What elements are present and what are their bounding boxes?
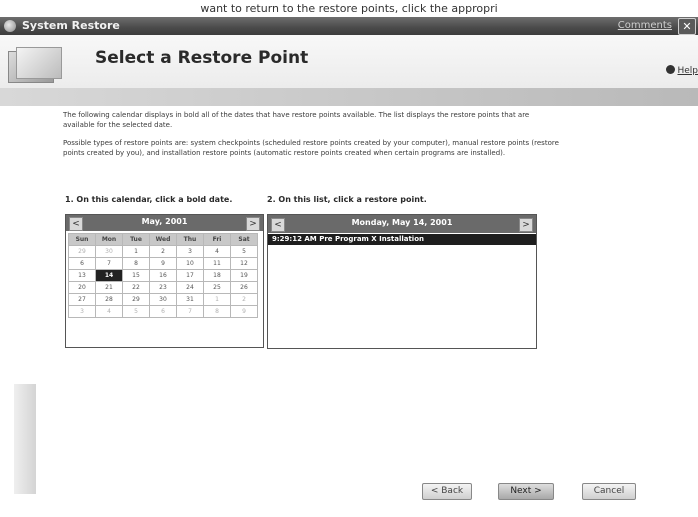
- calendar-day[interactable]: 4: [203, 245, 231, 258]
- calendar-day[interactable]: 11: [203, 257, 231, 270]
- calendar-day[interactable]: 8: [122, 257, 150, 270]
- calendar-day[interactable]: 20: [68, 281, 96, 294]
- calendar-weekday: Wed: [149, 233, 177, 246]
- calendar-day[interactable]: 26: [230, 281, 258, 294]
- calendar-week-row: 6 7 8 9 10 11 12: [68, 257, 258, 270]
- window-title: System Restore: [22, 19, 120, 32]
- restore-point-item[interactable]: 9:29:12 AM Pre Program X Installation: [268, 234, 536, 245]
- calendar-day[interactable]: 2: [230, 293, 258, 306]
- calendar-weekday: Sat: [230, 233, 258, 246]
- calendar-weekday: Fri: [203, 233, 231, 246]
- list-prev-day-button[interactable]: <: [271, 218, 285, 232]
- calendar-day[interactable]: 15: [122, 269, 150, 282]
- page-title: Select a Restore Point: [95, 48, 309, 68]
- intro-paragraph-2: Possible types of restore points are: sy…: [63, 139, 559, 157]
- restore-logo-icon: [8, 47, 62, 85]
- calendar-week-row: 3456789: [68, 305, 258, 318]
- calendar-day[interactable]: 4: [95, 305, 123, 318]
- cancel-button[interactable]: Cancel: [582, 483, 636, 500]
- calendar-step-label: 1. On this calendar, click a bold date.: [65, 195, 233, 204]
- help-link-label: Help: [677, 66, 698, 76]
- calendar-day[interactable]: 27: [68, 293, 96, 306]
- restore-point-list[interactable]: < Monday, May 14, 2001 > 9:29:12 AM Pre …: [267, 214, 537, 349]
- calendar-weekday: Tue: [122, 233, 150, 246]
- comments-link[interactable]: Comments: [618, 20, 672, 31]
- calendar-day[interactable]: 31: [176, 293, 204, 306]
- calendar-day[interactable]: 1: [122, 245, 150, 258]
- list-step-label: 2. On this list, click a restore point.: [267, 195, 427, 204]
- calendar-day[interactable]: 6: [68, 257, 96, 270]
- restore-point-label: 9:29:12 AM Pre Program X Installation: [272, 235, 425, 243]
- calendar-day[interactable]: 19: [230, 269, 258, 282]
- top-text-fragment: want to return to the restore points, cl…: [0, 0, 698, 17]
- calendar-week-row: 29 30 1 2 3 4 5: [68, 245, 258, 258]
- calendar-day[interactable]: 24: [176, 281, 204, 294]
- close-button[interactable]: ✕: [678, 18, 696, 35]
- calendar-next-button[interactable]: >: [246, 217, 260, 231]
- restore-calendar[interactable]: < May, 2001 > Sun Mon Tue Wed Thu Fri Sat 29 30 1…: [65, 214, 264, 348]
- title-bar: System Restore Comments ✕: [0, 17, 698, 35]
- calendar-day[interactable]: 3: [68, 305, 96, 318]
- calendar-day[interactable]: 23: [149, 281, 177, 294]
- calendar-prev-button[interactable]: <: [69, 217, 83, 231]
- calendar-day[interactable]: 28: [95, 293, 123, 306]
- calendar-day[interactable]: 18: [203, 269, 231, 282]
- calendar-day[interactable]: 10: [176, 257, 204, 270]
- calendar-day[interactable]: 25: [203, 281, 231, 294]
- next-button[interactable]: Next >: [498, 483, 554, 500]
- calendar-weekday: Sun: [68, 233, 96, 246]
- calendar-day[interactable]: 30: [95, 245, 123, 258]
- calendar-grid: Sun Mon Tue Wed Thu Fri Sat 29 30 1 2 3 4 5 6 7 8 9 10 11 12…: [68, 233, 258, 318]
- calendar-day[interactable]: 3: [176, 245, 204, 258]
- calendar-day[interactable]: 17: [176, 269, 204, 282]
- calendar-day[interactable]: 6: [149, 305, 177, 318]
- calendar-day[interactable]: 2: [149, 245, 177, 258]
- back-button[interactable]: < Back: [422, 483, 472, 500]
- side-decoration: [14, 384, 36, 494]
- calendar-day[interactable]: 9: [230, 305, 258, 318]
- calendar-week-row: 20 21 22 23 24 25 26: [68, 281, 258, 294]
- page-header: Select a Restore Point Help: [0, 35, 698, 88]
- calendar-week-row: 27 28 29 30 31 1 2: [68, 293, 258, 306]
- calendar-day[interactable]: 8: [203, 305, 231, 318]
- calendar-day[interactable]: 16: [149, 269, 177, 282]
- calendar-day[interactable]: 21: [95, 281, 123, 294]
- intro-text: The following calendar displays in bold …: [63, 110, 563, 166]
- calendar-month-label: May, 2001: [141, 217, 188, 226]
- calendar-day[interactable]: 5: [122, 305, 150, 318]
- calendar-day[interactable]: 29: [68, 245, 96, 258]
- calendar-day[interactable]: 1: [203, 293, 231, 306]
- help-link[interactable]: Help: [666, 65, 698, 76]
- header-divider-band: [0, 88, 698, 106]
- calendar-day[interactable]: 13: [68, 269, 96, 282]
- list-header: < Monday, May 14, 2001 >: [268, 215, 536, 233]
- calendar-day[interactable]: 9: [149, 257, 177, 270]
- list-next-day-button[interactable]: >: [519, 218, 533, 232]
- list-date-label: Monday, May 14, 2001: [351, 218, 453, 227]
- calendar-day[interactable]: 12: [230, 257, 258, 270]
- calendar-day[interactable]: 29: [122, 293, 150, 306]
- calendar-day[interactable]: 30: [149, 293, 177, 306]
- calendar-day[interactable]: 7: [95, 257, 123, 270]
- calendar-weekday: Mon: [95, 233, 123, 246]
- calendar-week-row: 13 14 15 16 17 18 19: [68, 269, 258, 282]
- calendar-day[interactable]: 5: [230, 245, 258, 258]
- calendar-weekday-row: Sun Mon Tue Wed Thu Fri Sat: [68, 233, 258, 246]
- calendar-day[interactable]: 14: [95, 269, 123, 282]
- calendar-weekday: Thu: [176, 233, 204, 246]
- system-restore-icon: [4, 20, 16, 32]
- intro-paragraph-1: The following calendar displays in bold …: [63, 111, 530, 129]
- calendar-header: < May, 2001 >: [66, 215, 263, 231]
- help-icon: [666, 65, 676, 74]
- calendar-day[interactable]: 7: [176, 305, 204, 318]
- calendar-day[interactable]: 22: [122, 281, 150, 294]
